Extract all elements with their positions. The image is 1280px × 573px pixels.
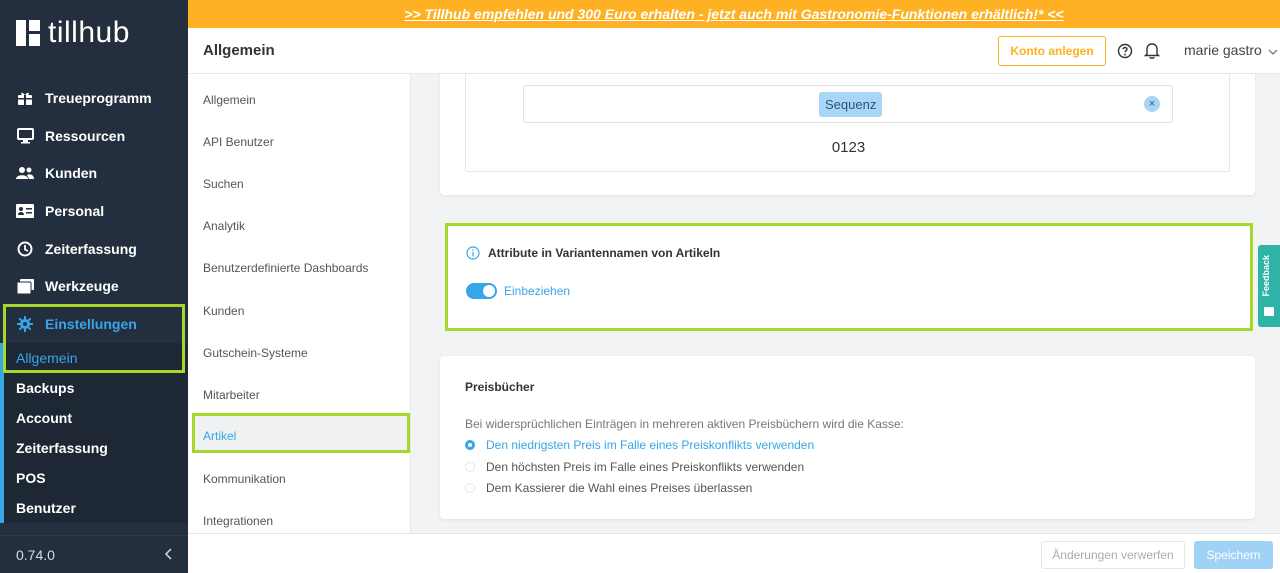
sidebar-item-label: Werkzeuge <box>45 278 119 295</box>
bell-icon[interactable] <box>1143 42 1161 59</box>
sidebar-item-personal[interactable]: Personal <box>0 192 188 230</box>
info-icon <box>466 246 480 260</box>
folder-icon <box>16 277 34 295</box>
attribute-variant-card: Attribute in Variantennamen von Artikeln… <box>445 223 1253 331</box>
sidebar-footer: 0.74.0 <box>0 535 188 573</box>
sequence-input[interactable]: Sequenz × <box>523 85 1173 123</box>
users-icon <box>16 164 34 182</box>
sidebar-item-label: Treueprogramm <box>45 89 152 106</box>
radio-cashier-choice[interactable]: Dem Kassierer die Wahl eines Preises übe… <box>465 481 752 495</box>
sequence-builder: Sequenz × 0123 <box>465 74 1230 172</box>
sidebar-item-label: Zeiterfassung <box>45 240 137 257</box>
clock-icon <box>16 240 34 258</box>
sidebar-item-zeiterfassung[interactable]: Zeiterfassung <box>0 230 188 268</box>
subnav-item-backups[interactable]: Backups <box>16 380 74 396</box>
gift-icon <box>16 89 34 107</box>
user-menu[interactable]: marie gastro <box>1184 42 1278 58</box>
logo[interactable]: tillhub <box>16 18 130 48</box>
category-api-benutzer[interactable]: API Benutzer <box>203 135 274 149</box>
collapse-sidebar-icon[interactable] <box>164 547 172 563</box>
category-dashboards[interactable]: Benutzerdefinierte Dashboards <box>203 261 368 275</box>
pricebook-title: Preisbücher <box>465 380 535 394</box>
radio-label: Den höchsten Preis im Falle eines Preisk… <box>486 460 805 474</box>
promo-banner: >> Tillhub empfehlen und 300 Euro erhalt… <box>188 0 1280 28</box>
sidebar-item-label: Personal <box>45 202 105 219</box>
radio-button[interactable] <box>465 440 475 450</box>
category-label: Artikel <box>203 429 237 443</box>
feedback-icon <box>1264 307 1274 316</box>
highlight-box <box>3 304 185 373</box>
category-allgemein[interactable]: Allgemein <box>203 93 256 107</box>
category-analytik[interactable]: Analytik <box>203 219 245 233</box>
user-name: marie gastro <box>1184 42 1262 58</box>
radio-button[interactable] <box>465 483 475 493</box>
sidebar-item-kunden[interactable]: Kunden <box>0 154 188 192</box>
id-card-icon <box>16 202 34 220</box>
include-attributes-toggle[interactable] <box>466 283 497 299</box>
sequence-preview: 0123 <box>831 139 866 156</box>
radio-label: Dem Kassierer die Wahl eines Preises übe… <box>486 481 753 495</box>
feedback-label: Feedback <box>1261 255 1271 297</box>
category-suchen[interactable]: Suchen <box>203 177 244 191</box>
attribute-title: Attribute in Variantennamen von Artikeln <box>488 246 721 260</box>
category-artikel[interactable]: Artikel <box>192 413 410 453</box>
top-header: Allgemein Konto anlegen marie gastro <box>188 28 1280 74</box>
radio-highest-price[interactable]: Den höchsten Preis im Falle eines Preisk… <box>465 460 804 474</box>
help-icon[interactable] <box>1117 43 1133 59</box>
sidebar-item-label: Ressourcen <box>45 127 126 144</box>
subnav-item-pos[interactable]: POS <box>16 470 46 486</box>
page-title: Allgemein <box>203 42 275 59</box>
subnav-item-account[interactable]: Account <box>16 410 72 426</box>
clear-icon[interactable]: × <box>1144 96 1160 112</box>
main-nav: Treueprogramm Ressourcen Kunden Personal… <box>0 79 188 305</box>
feedback-tab[interactable]: Feedback <box>1258 245 1280 327</box>
version-label: 0.74.0 <box>16 546 55 563</box>
category-mitarbeiter[interactable]: Mitarbeiter <box>203 388 260 402</box>
sequence-tag[interactable]: Sequenz <box>819 92 883 117</box>
monitor-icon <box>16 127 34 145</box>
subnav-item-zeiterfassung[interactable]: Zeiterfassung <box>16 440 108 456</box>
sequence-card: Sequenz × 0123 <box>440 74 1255 195</box>
sidebar-item-ressourcen[interactable]: Ressourcen <box>0 117 188 155</box>
chevron-down-icon <box>1268 42 1278 58</box>
promo-banner-link[interactable]: >> Tillhub empfehlen und 300 Euro erhalt… <box>404 6 1063 22</box>
discard-changes-button[interactable]: Änderungen verwerfen <box>1041 541 1185 569</box>
subnav-item-benutzer[interactable]: Benutzer <box>16 500 76 516</box>
main-content: Sequenz × 0123 Attribute in Variantennam… <box>411 74 1280 533</box>
pricebook-card: Preisbücher Bei widersprüchlichen Einträ… <box>440 356 1255 519</box>
save-button[interactable]: Speichern <box>1194 541 1273 569</box>
pricebook-description: Bei widersprüchlichen Einträgen in mehre… <box>465 417 904 431</box>
tillhub-logo-icon <box>16 20 40 46</box>
sidebar-item-treueprogramm[interactable]: Treueprogramm <box>0 79 188 117</box>
radio-button[interactable] <box>465 462 475 472</box>
action-footer: Änderungen verwerfen Speichern <box>188 533 1280 573</box>
sidebar-item-label: Kunden <box>45 165 98 182</box>
settings-category-nav: Allgemein API Benutzer Suchen Analytik B… <box>188 74 411 533</box>
radio-label: Den niedrigsten Preis im Falle eines Pre… <box>486 438 815 452</box>
sidebar: tillhub Treueprogramm Ressourcen Kunden … <box>0 0 188 573</box>
create-account-button[interactable]: Konto anlegen <box>998 36 1106 66</box>
category-integrationen[interactable]: Integrationen <box>203 514 273 528</box>
toggle-label: Einbeziehen <box>504 284 571 298</box>
category-kunden[interactable]: Kunden <box>203 304 244 318</box>
logo-text: tillhub <box>48 16 130 49</box>
category-kommunikation[interactable]: Kommunikation <box>203 472 286 486</box>
radio-lowest-price[interactable]: Den niedrigsten Preis im Falle eines Pre… <box>465 438 814 452</box>
category-gutschein-systeme[interactable]: Gutschein-Systeme <box>203 346 308 360</box>
sidebar-item-werkzeuge[interactable]: Werkzeuge <box>0 267 188 305</box>
